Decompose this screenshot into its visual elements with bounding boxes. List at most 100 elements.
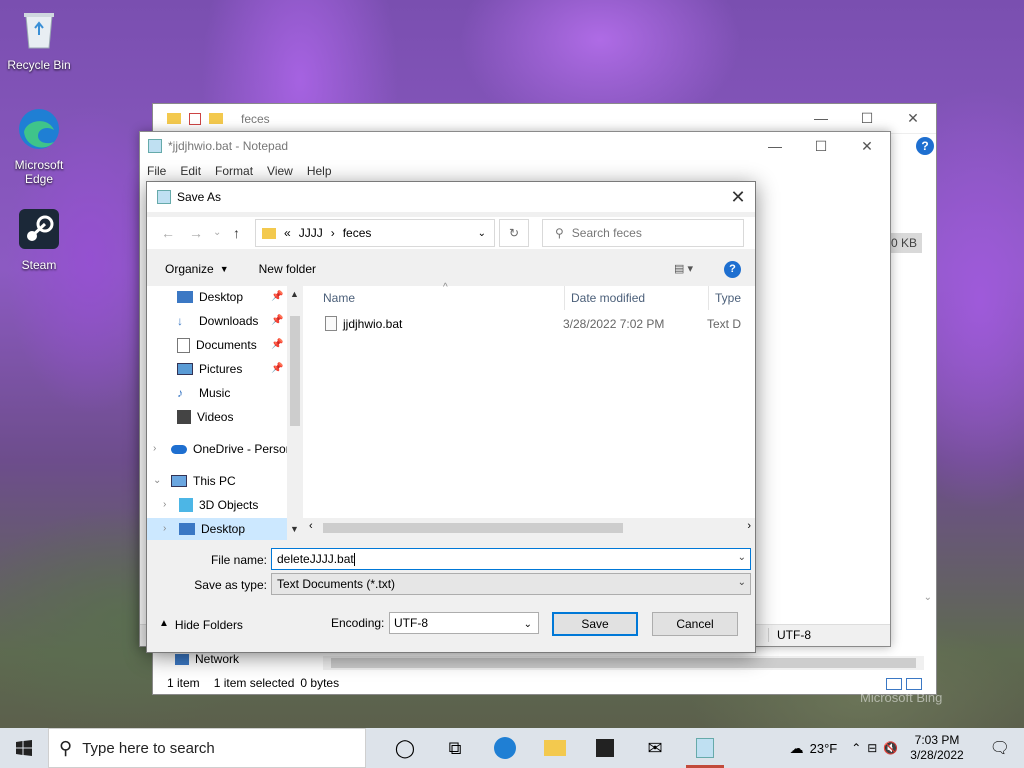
menu-help[interactable]: Help xyxy=(307,164,332,178)
pin-icon: 📌 xyxy=(271,339,284,350)
desktop-icon-steam[interactable]: Steam xyxy=(1,206,77,272)
dialog-titlebar[interactable]: Save As xyxy=(147,182,755,212)
horizontal-scrollbar[interactable]: ‹ › xyxy=(303,518,755,538)
menu-format[interactable]: Format xyxy=(215,164,253,178)
notepad-taskbar-icon[interactable] xyxy=(680,728,730,768)
cancel-button[interactable]: Cancel xyxy=(652,612,738,636)
network-icon[interactable]: ⊟ xyxy=(867,741,877,755)
refresh-button[interactable]: ↻ xyxy=(499,219,529,247)
volume-muted-icon[interactable]: 🔇 xyxy=(883,741,898,755)
close-icon[interactable]: ✕ xyxy=(721,182,755,212)
desktop-icon-recycle-bin[interactable]: Recycle Bin xyxy=(1,6,77,72)
minimize-button[interactable]: — xyxy=(798,104,844,132)
search-input[interactable]: ⚲ Search feces xyxy=(542,219,744,247)
edge-taskbar-icon[interactable] xyxy=(480,728,530,768)
chevron-down-icon[interactable]: ⌄ xyxy=(738,552,746,563)
expand-arrow-icon[interactable]: › xyxy=(163,523,166,534)
start-button[interactable] xyxy=(0,728,48,768)
clock-date: 3/28/2022 xyxy=(910,748,964,762)
desktop-icon-edge[interactable]: Microsoft Edge xyxy=(1,106,77,186)
store-taskbar-icon[interactable] xyxy=(580,728,630,768)
column-type[interactable]: Type xyxy=(709,286,755,310)
cortana-icon[interactable]: ◯ xyxy=(380,728,430,768)
column-headers: Name Date modified Type xyxy=(303,286,755,310)
expand-arrow-icon[interactable]: › xyxy=(163,499,166,510)
column-name[interactable]: Name xyxy=(303,286,565,310)
scroll-up-arrow[interactable]: ▲ xyxy=(290,289,299,299)
clock[interactable]: 7:03 PM 3/28/2022 xyxy=(904,733,969,763)
nav-item-this-pc[interactable]: This PC xyxy=(171,470,236,492)
menu-view[interactable]: View xyxy=(267,164,293,178)
collapse-arrow-icon[interactable]: ⌄ xyxy=(153,475,161,486)
chevron-up-icon[interactable]: ⌃ xyxy=(851,741,861,755)
nav-item-3d-objects[interactable]: 3D Objects xyxy=(179,494,258,516)
help-icon[interactable]: ? xyxy=(724,261,741,278)
scroll-down-arrow[interactable]: ▼ xyxy=(290,524,299,534)
organize-button[interactable]: Organize ▼ xyxy=(165,262,229,276)
up-arrow-icon[interactable]: ↑ xyxy=(233,225,240,241)
weather-temp[interactable]: 23°F xyxy=(810,741,838,756)
close-button[interactable]: ✕ xyxy=(890,104,936,132)
nav-item-onedrive[interactable]: OneDrive - Persor xyxy=(171,438,290,460)
organize-label: Organize xyxy=(165,262,214,276)
scroll-left-arrow[interactable]: ‹ xyxy=(309,520,313,532)
scroll-thumb[interactable] xyxy=(290,316,300,426)
new-folder-button[interactable]: New folder xyxy=(259,262,316,276)
back-arrow-icon[interactable]: ← xyxy=(161,225,175,241)
scroll-right-arrow[interactable]: › xyxy=(747,520,751,532)
encoding-select[interactable]: UTF-8 ⌄ xyxy=(389,612,539,634)
view-options-icon[interactable]: ▤ ▾ xyxy=(674,262,693,275)
chevron-down-icon[interactable]: ⌄ xyxy=(478,228,486,239)
scroll-down-arrow[interactable]: ⌄ xyxy=(924,592,932,603)
scroll-thumb[interactable] xyxy=(331,658,916,668)
taskbar-search-input[interactable]: ⚲ Type here to search xyxy=(48,728,366,768)
column-date-modified[interactable]: Date modified xyxy=(565,286,709,310)
details-view-icon[interactable] xyxy=(886,678,902,690)
help-icon[interactable]: ? xyxy=(916,137,934,155)
notepad-title: *jjdjhwio.bat - Notepad xyxy=(168,139,289,153)
file-row[interactable]: jjdjhwio.bat 3/28/2022 7:02 PM Text D xyxy=(325,316,741,331)
clock-time: 7:03 PM xyxy=(914,733,960,747)
nav-item-music[interactable]: ♪ Music xyxy=(177,382,230,404)
nav-item-documents[interactable]: Documents xyxy=(177,334,257,356)
music-icon: ♪ xyxy=(177,386,183,400)
notification-icon[interactable]: 🗨 xyxy=(976,738,1024,758)
horizontal-scrollbar[interactable] xyxy=(323,656,924,670)
edge-icon xyxy=(19,109,59,149)
file-explorer-taskbar-icon[interactable] xyxy=(530,728,580,768)
nav-item-desktop-this-pc[interactable]: Desktop xyxy=(147,518,287,540)
pin-icon: 📌 xyxy=(271,291,284,302)
nav-item-network[interactable]: Network xyxy=(175,652,239,666)
task-view-icon[interactable]: ⧉ xyxy=(430,728,480,768)
mail-taskbar-icon[interactable]: ✉ xyxy=(630,728,680,768)
maximize-button[interactable]: ☐ xyxy=(798,132,844,160)
breadcrumb-item[interactable]: JJJJ xyxy=(299,226,323,240)
status-bar: 1 item 1 item selected 0 bytes xyxy=(167,676,339,690)
nav-scrollbar[interactable]: ▲ ▼ xyxy=(287,286,303,538)
hide-folders-button[interactable]: ▲ Hide Folders xyxy=(159,618,243,632)
weather-icon[interactable]: ☁ xyxy=(790,740,804,757)
nav-item-desktop[interactable]: Desktop xyxy=(177,286,243,308)
explorer-title: feces xyxy=(241,111,270,126)
expand-arrow-icon[interactable]: › xyxy=(153,443,156,454)
breadcrumb-separator-icon: › xyxy=(330,226,335,240)
nav-item-videos[interactable]: Videos xyxy=(177,406,233,428)
desktop-icon-label: Recycle Bin xyxy=(7,58,71,72)
menu-file[interactable]: File xyxy=(147,164,166,178)
save-as-type-select[interactable]: Text Documents (*.txt) ⌄ xyxy=(271,573,751,595)
close-button[interactable]: ✕ xyxy=(844,132,890,160)
file-name-input[interactable]: deleteJJJJ.bat ⌄ xyxy=(271,548,751,570)
save-button[interactable]: Save xyxy=(552,612,638,636)
nav-item-pictures[interactable]: Pictures xyxy=(177,358,242,380)
maximize-button[interactable]: ☐ xyxy=(844,104,890,132)
nav-item-downloads[interactable]: ↓ Downloads xyxy=(177,310,258,332)
minimize-button[interactable]: — xyxy=(752,132,798,160)
address-bar[interactable]: « JJJJ › feces ⌄ xyxy=(255,219,495,247)
breadcrumb-overflow[interactable]: « xyxy=(284,226,291,240)
recent-dropdown-icon[interactable]: ⌄ xyxy=(213,227,221,238)
large-icons-view-icon[interactable] xyxy=(906,678,922,690)
breadcrumb-item[interactable]: feces xyxy=(343,226,372,240)
menu-edit[interactable]: Edit xyxy=(180,164,201,178)
scroll-thumb[interactable] xyxy=(323,523,623,533)
forward-arrow-icon[interactable]: → xyxy=(189,225,203,241)
